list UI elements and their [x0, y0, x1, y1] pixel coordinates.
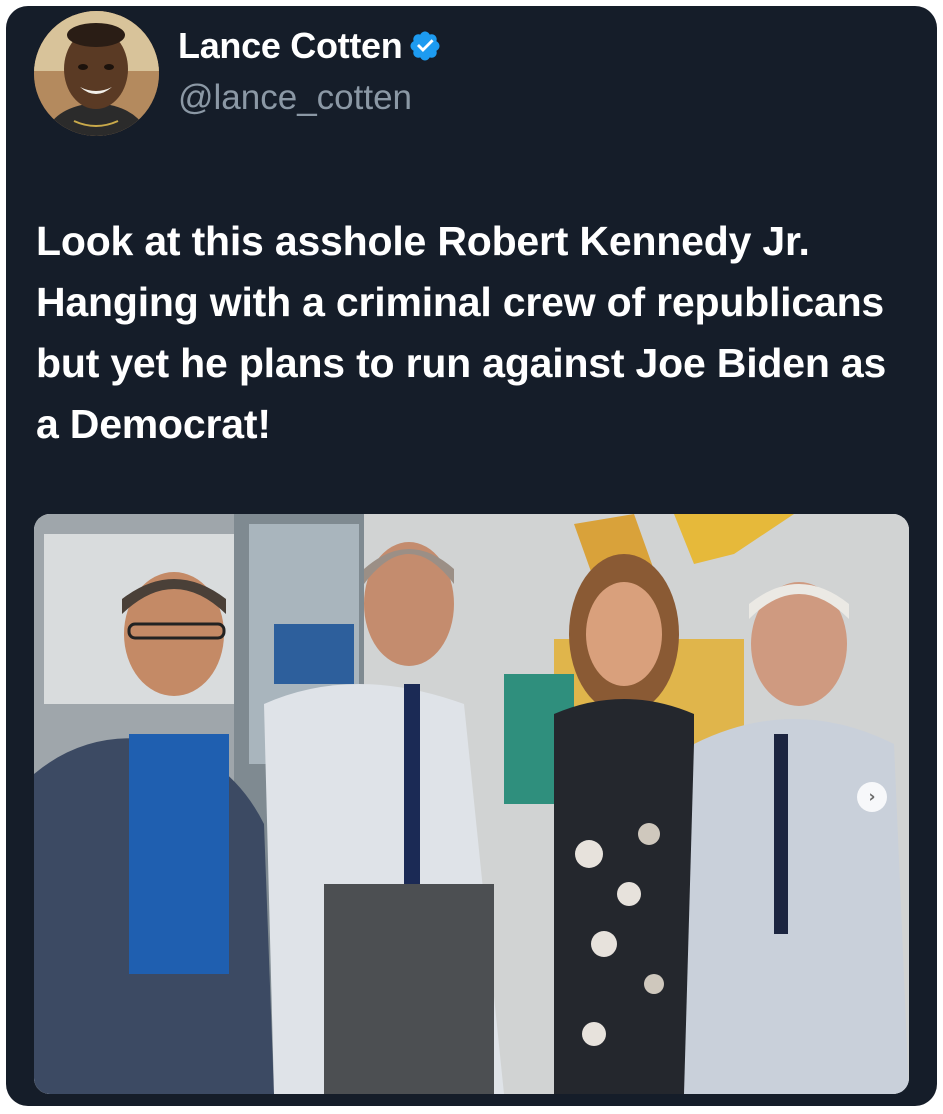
avatar[interactable] [34, 11, 159, 136]
next-photo-button[interactable]: › [857, 782, 887, 812]
chevron-right-icon: › [868, 787, 876, 807]
author-handle[interactable]: @lance_cotten [178, 78, 412, 118]
tweet-text: Look at this asshole Robert Kennedy Jr. … [36, 218, 887, 447]
author-name-row[interactable]: Lance Cotten [178, 24, 442, 68]
verified-badge-icon [408, 29, 442, 63]
avatar-image [34, 11, 159, 136]
group-photo [34, 514, 909, 1094]
tweet-photo[interactable]: › [34, 514, 909, 1094]
author-display-name[interactable]: Lance Cotten [178, 25, 403, 67]
tweet-card: Lance Cotten @lance_cotten Look at this … [6, 6, 937, 1106]
